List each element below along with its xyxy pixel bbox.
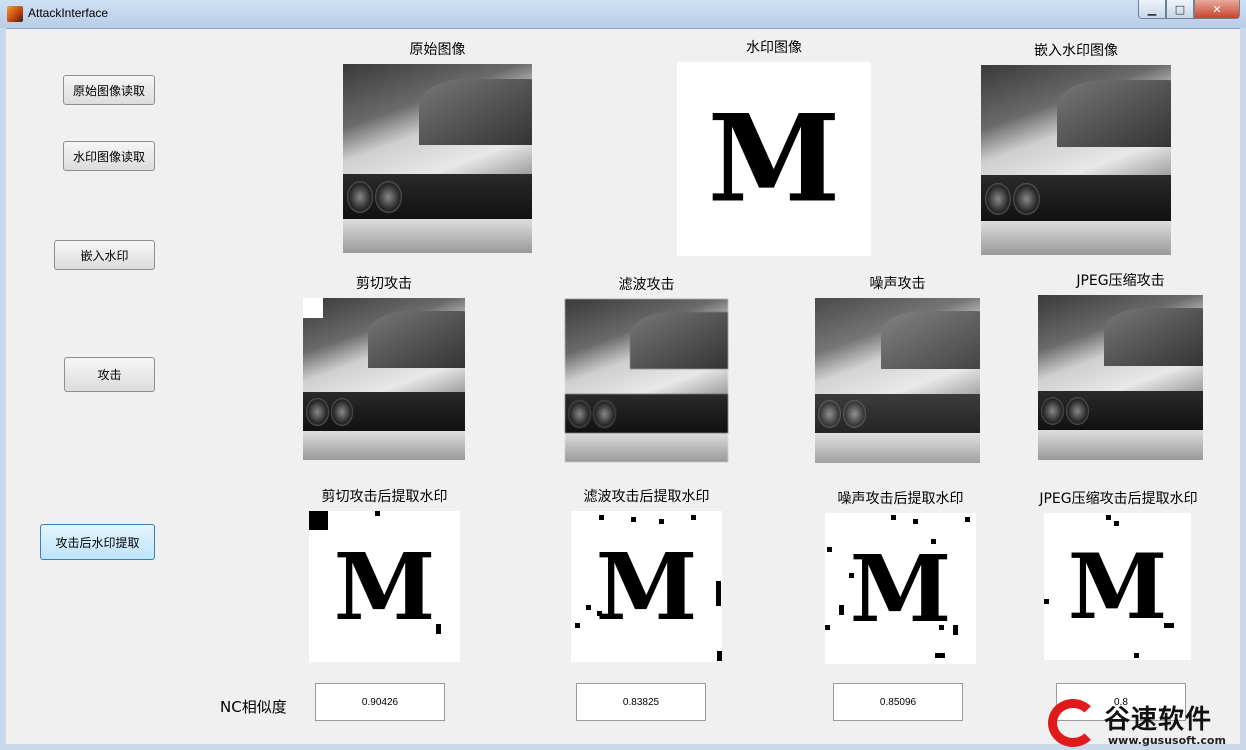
embedded-image-title: 嵌入水印图像: [1034, 43, 1118, 59]
embedded-image: [981, 65, 1171, 255]
extract-noise-letter: M: [849, 534, 952, 643]
watermark-image-title: 水印图像: [746, 40, 802, 56]
maximize-button[interactable]: □: [1166, 0, 1194, 19]
filter-attack-title: 滤波攻击: [618, 277, 675, 293]
logo-url: www.gususoft.com: [1108, 734, 1226, 747]
original-image: [343, 64, 532, 253]
extract-after-attack-button[interactable]: 攻击后水印提取: [40, 524, 155, 560]
nc-similarity-label: NC相似度: [220, 698, 287, 716]
attack-button[interactable]: 攻击: [64, 357, 155, 392]
extract-jpeg-image: M: [1044, 513, 1191, 660]
extract-filter-image: M: [571, 511, 722, 662]
nc-noise-field[interactable]: 0.85096: [833, 683, 963, 721]
noise-attack-title: 噪声攻击: [869, 276, 926, 292]
logo-name: 谷速软件: [1104, 705, 1213, 735]
jpeg-attack-image: [1038, 295, 1203, 460]
close-button[interactable]: ✕: [1194, 0, 1240, 19]
load-original-button[interactable]: 原始图像读取: [63, 75, 155, 105]
noise-attack-image: [815, 298, 980, 463]
extract-jpeg-letter: M: [1067, 533, 1168, 640]
window-title: AttackInterface: [28, 6, 109, 20]
filter-attack-image: [565, 299, 728, 462]
crop-attack-title: 剪切攻击: [356, 276, 412, 292]
original-image-title: 原始图像: [409, 42, 466, 58]
nc-crop-field[interactable]: 0.90426: [315, 683, 445, 721]
logo-g-icon: [1048, 699, 1098, 747]
extract-filter-letter: M: [595, 532, 698, 641]
extract-noise-image: M: [825, 513, 976, 664]
title-bar: AttackInterface ▁ □ ✕: [0, 0, 1246, 29]
watermark-image: M: [677, 62, 871, 256]
extract-jpeg-title: JPEG压缩攻击后提取水印: [1039, 491, 1198, 507]
load-watermark-button[interactable]: 水印图像读取: [63, 141, 155, 171]
matlab-icon: [7, 6, 23, 22]
extract-crop-image: M: [309, 511, 460, 662]
nc-filter-field[interactable]: 0.83825: [576, 683, 706, 721]
embed-watermark-button[interactable]: 嵌入水印: [54, 240, 155, 270]
minimize-button[interactable]: ▁: [1138, 0, 1166, 19]
jpeg-attack-title: JPEG压缩攻击: [1076, 273, 1165, 289]
extract-noise-title: 噪声攻击后提取水印: [837, 491, 964, 507]
window-frame-left: [0, 28, 6, 750]
extract-crop-letter: M: [333, 532, 436, 641]
window-controls: ▁ □ ✕: [1138, 0, 1240, 19]
crop-attack-image: [303, 298, 465, 460]
window-frame-right: [1240, 28, 1246, 750]
site-watermark-logo: 谷速软件 www.gususoft.com: [1048, 697, 1246, 750]
extract-crop-title: 剪切攻击后提取水印: [321, 489, 448, 505]
watermark-letter: M: [707, 88, 841, 230]
extract-filter-title: 滤波攻击后提取水印: [583, 489, 710, 505]
